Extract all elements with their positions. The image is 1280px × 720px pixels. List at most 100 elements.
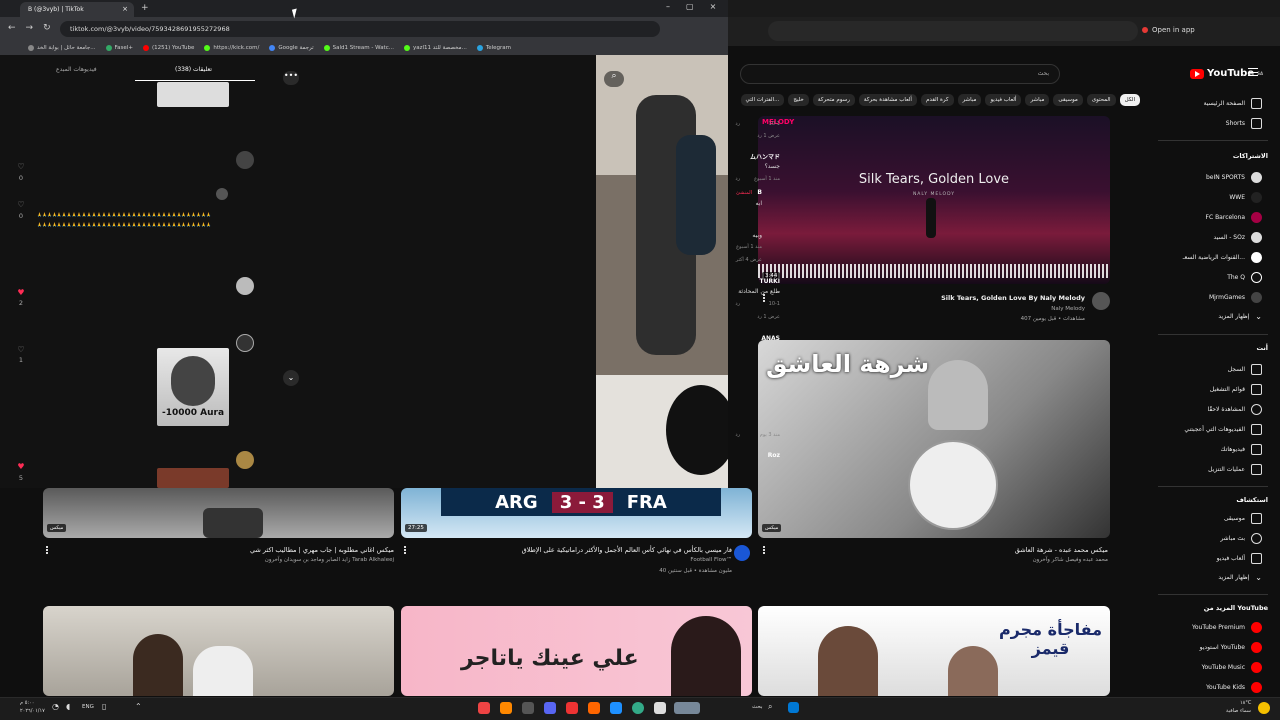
sidebar-item-music-app[interactable]: YouTube Music: [1202, 662, 1262, 673]
view-replies-button[interactable]: عرض 1 رد: [757, 314, 780, 320]
video-thumbnail[interactable]: MELODY Silk Tears, Golden Love NALY MELO…: [758, 116, 1110, 284]
chip[interactable]: ألعاب فيديو: [985, 94, 1022, 106]
sidebar-item-music[interactable]: موسيقى: [1224, 513, 1262, 524]
app-icon[interactable]: [522, 702, 534, 714]
reply-button[interactable]: رد: [735, 121, 740, 127]
file-icon[interactable]: [654, 702, 666, 714]
video-thumbnail[interactable]: علي عينك ياتاجر: [401, 606, 752, 696]
clock-time[interactable]: ٥:٠٠ م: [20, 700, 34, 706]
sidebar-item-history[interactable]: السجل: [1228, 364, 1262, 375]
liked-heart-icon[interactable]: ♥: [15, 462, 27, 471]
like-icon[interactable]: ♡: [15, 345, 27, 354]
bookmark-item[interactable]: (1251) YouTube: [142, 43, 194, 53]
telegram-icon[interactable]: [610, 702, 622, 714]
sidebar-item-kids[interactable]: YouTube Kids: [1206, 682, 1262, 693]
comment-image[interactable]: [157, 468, 229, 488]
video-channel[interactable]: زايد الصابر وماجد بن سويدان وآخرون Tarab…: [265, 557, 394, 563]
chip[interactable]: ألعاب مشاهدة بحركة: [858, 94, 917, 106]
more-options-icon[interactable]: [763, 294, 765, 302]
close-icon[interactable]: ×: [710, 2, 717, 11]
video-thumbnail[interactable]: ARG 3 - 3 FRA 27:25: [401, 488, 752, 538]
video-channel[interactable]: Football Flow™: [690, 557, 732, 563]
avatar[interactable]: [236, 334, 254, 352]
weather-desc[interactable]: سماء صافية: [1226, 708, 1251, 714]
search-icon[interactable]: ⌕: [768, 702, 772, 712]
you-header[interactable]: أنت: [1256, 344, 1268, 352]
chip[interactable]: الفترات التي...: [740, 94, 785, 106]
video-title[interactable]: ميكس محمد عبده - شرهة العاشق: [1015, 546, 1108, 554]
sidebar-sub[interactable]: السيد - SOz: [1214, 232, 1262, 243]
app-icon[interactable]: [674, 702, 700, 714]
tab-creator-videos[interactable]: فيديوهات المبدع: [56, 66, 97, 73]
comment-author[interactable]: ANAS: [761, 335, 780, 342]
like-icon[interactable]: ♡: [15, 162, 27, 171]
view-replies-button[interactable]: عرض 1 رد: [757, 133, 780, 139]
sidebar-sub[interactable]: WWE: [1229, 192, 1262, 203]
weather-temp[interactable]: ١٨°C: [1240, 700, 1251, 706]
close-tab-icon[interactable]: ×: [122, 5, 128, 13]
address-bar[interactable]: tiktok.com/@3vyb/video/75934286919552729…: [60, 21, 660, 37]
show-more-subs[interactable]: إظهار المزيد ⌄: [1218, 312, 1262, 321]
wifi-icon[interactable]: ◔: [52, 702, 59, 711]
clock-date[interactable]: ٢٠٢٦/٠١/١٧: [20, 708, 45, 714]
maximize-icon[interactable]: ▢: [686, 2, 694, 11]
video-thumbnail[interactable]: ميكس: [43, 488, 394, 538]
avatar[interactable]: [216, 188, 228, 200]
windows-start-icon[interactable]: [788, 702, 799, 713]
sidebar-sub[interactable]: القنوات الرياضية السعـ...: [1183, 252, 1262, 263]
video-channel[interactable]: محمد عبده وفيصل شاكر وآخرون: [1033, 557, 1108, 563]
sidebar-item-liked[interactable]: الفيديوهات التي أعجبتني: [1184, 424, 1262, 435]
chevron-up-icon[interactable]: ⌃: [135, 702, 142, 711]
bookmark-item[interactable]: جامعة حائل | بوابة الخد...: [28, 43, 96, 53]
channel-avatar[interactable]: [734, 545, 750, 561]
video-thumbnail[interactable]: [43, 606, 394, 696]
sidebar-sub[interactable]: The Q: [1227, 272, 1262, 283]
chip[interactable]: موسيقى: [1053, 94, 1083, 106]
sidebar-item-downloads[interactable]: عمليات التنزيل: [1208, 464, 1262, 475]
search-icon[interactable]: ⌕: [604, 71, 624, 87]
tiktok-video[interactable]: ⌕: [596, 55, 728, 488]
language-indicator[interactable]: ENG: [82, 704, 94, 710]
liked-heart-icon[interactable]: ♥: [15, 288, 27, 297]
sidebar-item-live[interactable]: بث مباشر: [1220, 533, 1262, 544]
reply-button[interactable]: رد: [735, 432, 740, 438]
video-title[interactable]: ميكس اغاني مطلوبه | جاب مهري | مطاليب اك…: [250, 546, 394, 554]
video-title[interactable]: فار ميسي بالكأس في نهائي كأس العالم الأج…: [522, 546, 732, 554]
video-title[interactable]: Silk Tears, Golden Love By Naly Melody: [941, 294, 1085, 302]
reload-icon[interactable]: ↻: [43, 23, 51, 33]
sidebar-item-playlists[interactable]: قوائم التشغيل: [1210, 384, 1262, 395]
new-tab-icon[interactable]: +: [141, 3, 149, 13]
comment-image[interactable]: -10000 Aura: [157, 348, 229, 426]
like-icon[interactable]: ♡: [15, 200, 27, 209]
sidebar-sub[interactable]: MjrmGames: [1209, 292, 1262, 303]
mic-icon[interactable]: ▯: [102, 702, 106, 711]
view-replies-button[interactable]: عرض 4 أكثر: [736, 257, 762, 263]
reply-button[interactable]: رد: [735, 301, 740, 307]
youtube-search-input[interactable]: بحث: [740, 64, 1060, 84]
more-options-icon[interactable]: [404, 546, 406, 554]
sidebar-item-shorts[interactable]: Shorts: [1226, 118, 1262, 129]
video-thumbnail[interactable]: مفاجأة مجرم قيمز: [758, 606, 1110, 696]
chip-all[interactable]: الكل: [1119, 94, 1140, 106]
avatar[interactable]: [236, 451, 254, 469]
video-thumbnail[interactable]: شرهة العاشق ميكس: [758, 340, 1110, 538]
youtube-address-bar[interactable]: [768, 21, 1138, 41]
chrome-icon[interactable]: [632, 702, 644, 714]
chip[interactable]: المحتوى: [1086, 94, 1116, 106]
comment-author[interactable]: Roz: [768, 452, 780, 459]
back-icon[interactable]: ←: [8, 23, 16, 33]
bookmark-item[interactable]: Google ترجمة: [269, 43, 314, 53]
subscriptions-header[interactable]: الاشتراكات: [1233, 152, 1268, 160]
app-icon[interactable]: [588, 702, 600, 714]
comment-author[interactable]: ムハンマド: [750, 152, 780, 161]
bookmark-item[interactable]: yazl11 مخصصة للتد...: [404, 43, 467, 53]
chip[interactable]: رسوم متحركة: [812, 94, 855, 106]
bookmark-item[interactable]: Sald1 Stream - Watc...: [323, 43, 394, 53]
tab-comments[interactable]: تعليقات (338): [175, 66, 212, 73]
bookmark-item[interactable]: Telegram: [476, 43, 511, 53]
sidebar-item-premium[interactable]: YouTube Premium: [1192, 622, 1262, 633]
tab-tiktok[interactable]: B (@3vyb) | TikTok ×: [20, 2, 134, 17]
channel-avatar[interactable]: [1092, 292, 1110, 310]
scroll-down-icon[interactable]: ⌄: [283, 370, 299, 386]
taskbar-search[interactable]: بحث: [752, 704, 762, 710]
